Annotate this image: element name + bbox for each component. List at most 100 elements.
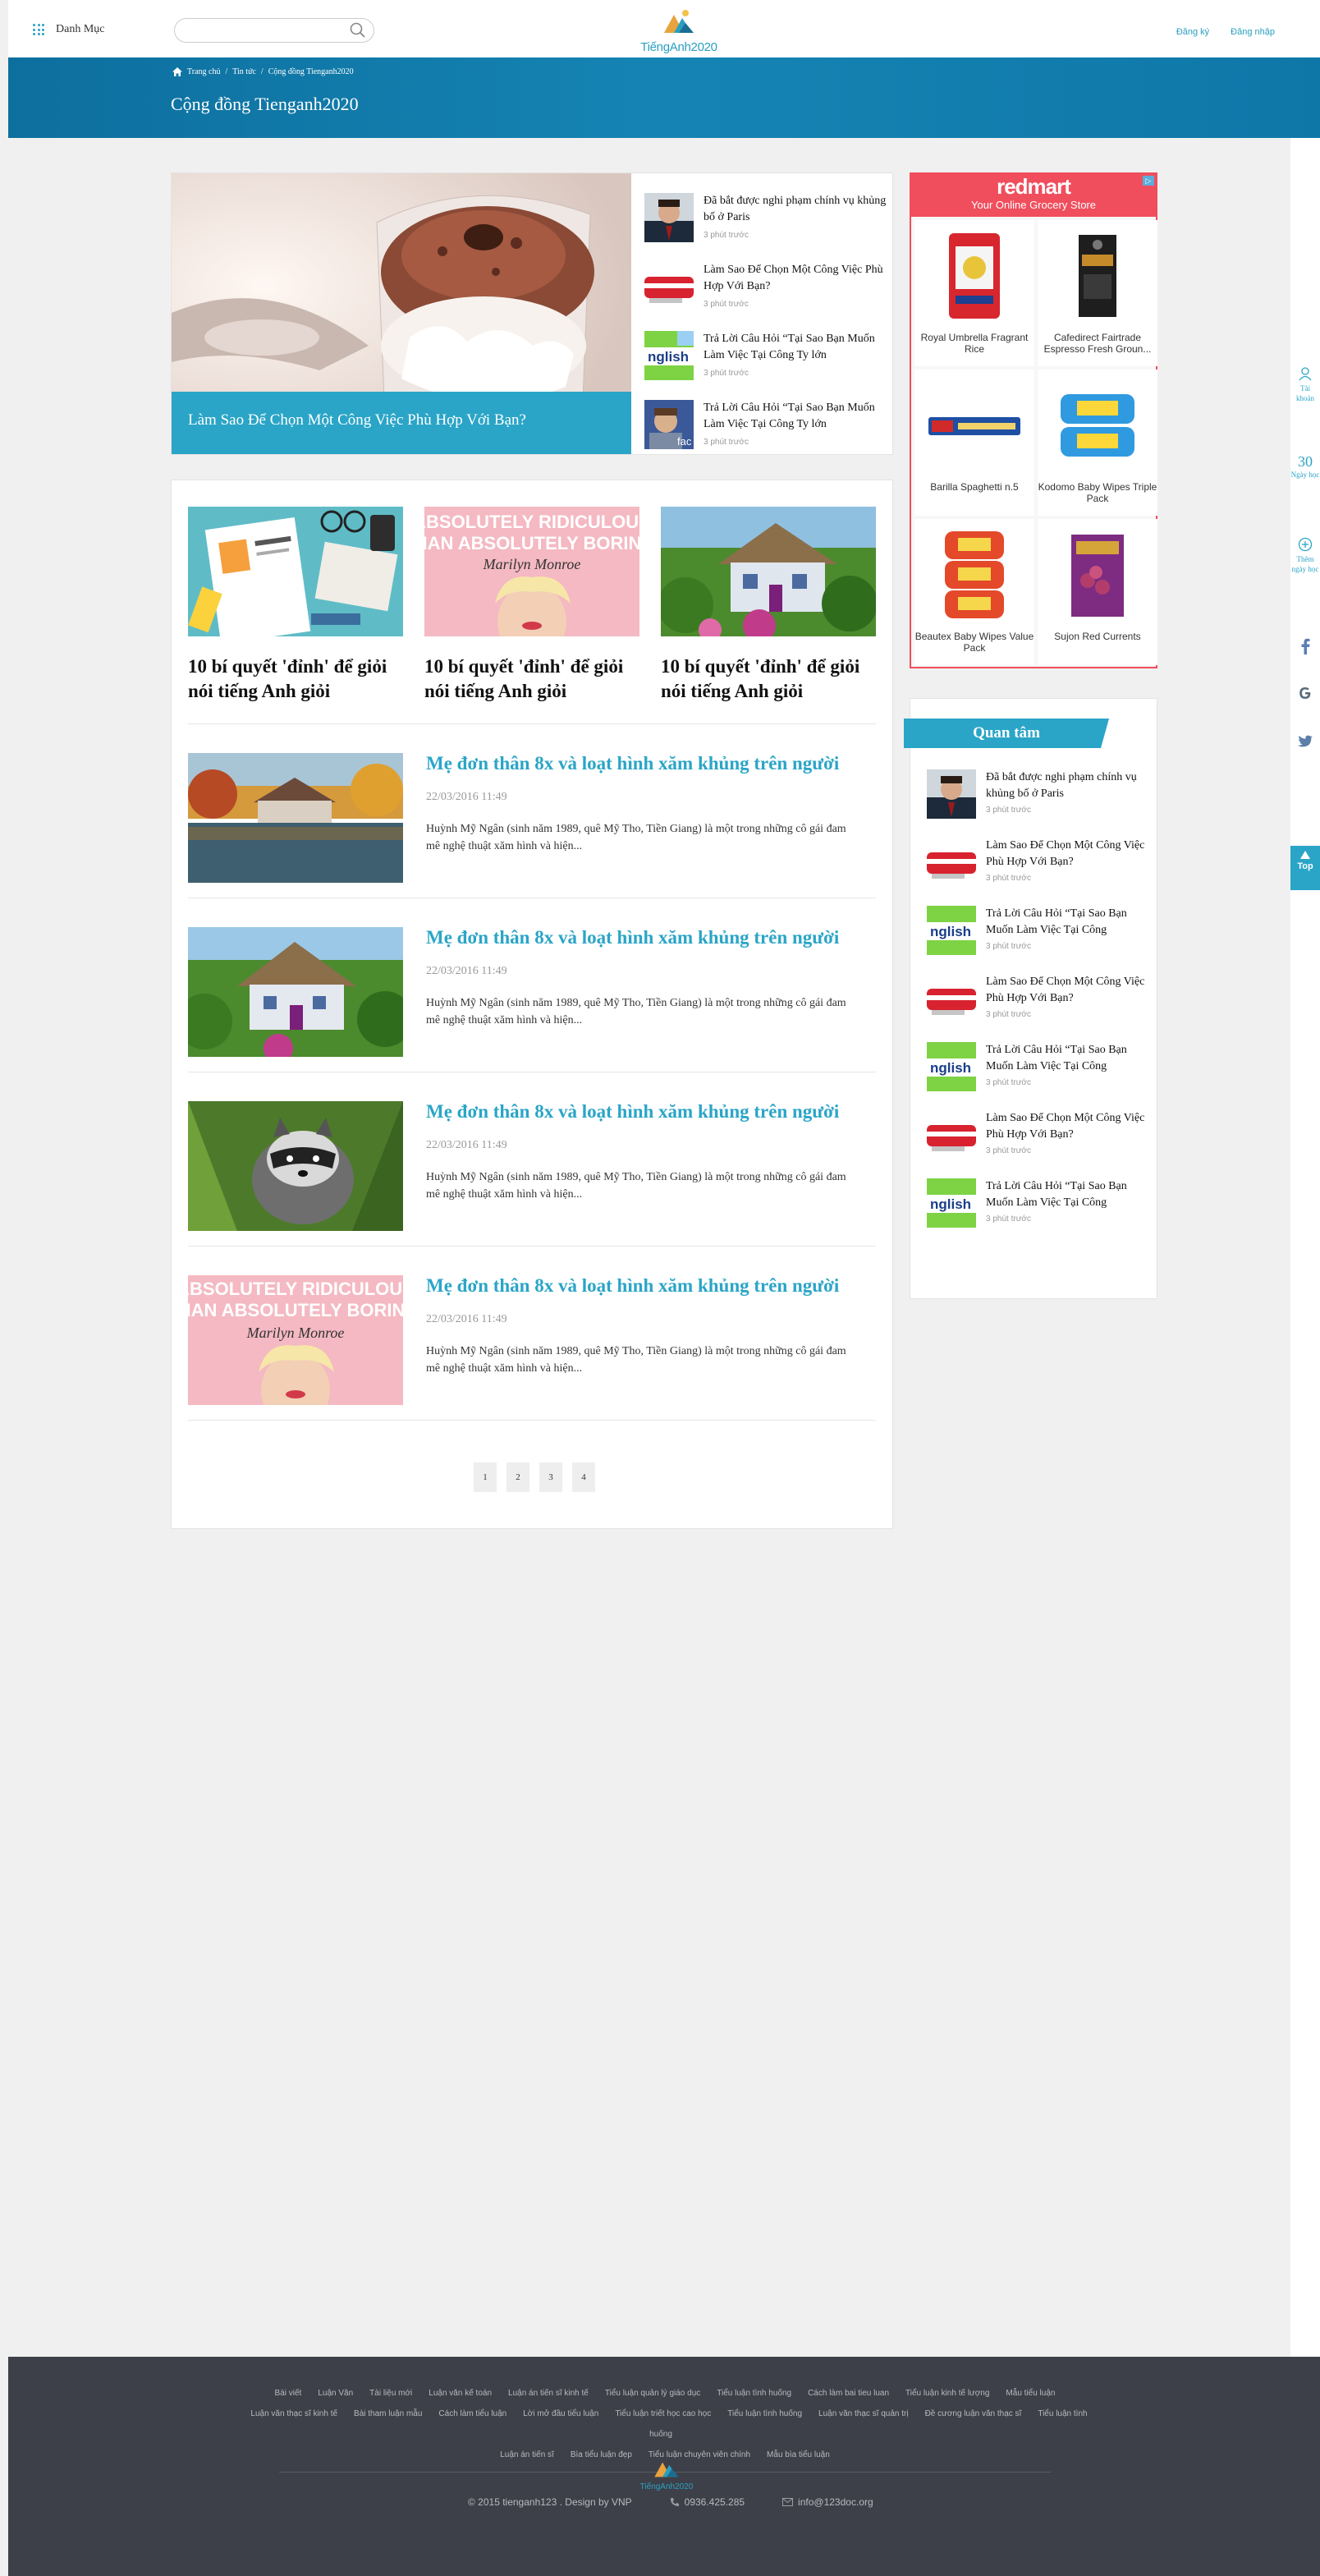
facebook-icon[interactable] bbox=[1290, 637, 1320, 658]
footer-link[interactable]: Tiểu luận triết học cao học bbox=[615, 2409, 711, 2418]
search-icon[interactable] bbox=[349, 22, 367, 39]
footer-link[interactable]: Tiểu luận tình huống bbox=[727, 2409, 802, 2418]
breadcrumb-home[interactable]: Trang chủ bbox=[187, 67, 220, 76]
footer-link[interactable]: Bìa tiểu luận đẹp bbox=[571, 2450, 632, 2459]
footer-link[interactable]: Đề cương luận văn thạc sĩ bbox=[925, 2409, 1022, 2418]
footer-link[interactable]: Mẫu bìa tiểu luận bbox=[767, 2450, 830, 2459]
footer-email[interactable]: info@123doc.org bbox=[798, 2496, 873, 2508]
account-button[interactable]: Tài khoản bbox=[1290, 366, 1320, 403]
footer-link[interactable]: Luận văn thạc sĩ quản trị bbox=[818, 2409, 909, 2418]
list-item[interactable]: nglish Trả Lời Câu Hỏi “Tại Sao Bạn Muốn… bbox=[644, 318, 887, 387]
page-button-3[interactable]: 3 bbox=[539, 1462, 562, 1492]
article-card[interactable]: ABSOLUTELY RIDICULOUSTHAN ABSOLUTELY BOR… bbox=[424, 507, 639, 704]
article-image: ABSOLUTELY RIDICULOUSTHAN ABSOLUTELY BOR… bbox=[188, 1275, 403, 1405]
list-item[interactable]: Làm Sao Để Chọn Một Công Việc Phù Hợp Vớ… bbox=[927, 974, 1148, 1042]
ad-product[interactable]: Cafedirect Fairtrade Espresso Fresh Grou… bbox=[1038, 220, 1157, 366]
user-icon bbox=[1299, 367, 1312, 381]
product-image bbox=[1038, 526, 1157, 624]
list-item[interactable]: fac Trả Lời Câu Hỏi “Tại Sao Bạn Muốn Là… bbox=[644, 387, 887, 456]
article-title[interactable]: Mẹ đơn thân 8x và loạt hình xăm khủng tr… bbox=[426, 1274, 839, 1298]
twitter-icon[interactable] bbox=[1290, 734, 1320, 751]
article-item[interactable]: Mẹ đơn thân 8x và loạt hình xăm khủng tr… bbox=[188, 753, 876, 901]
card-image-text: Marilyn Monroe bbox=[483, 556, 581, 572]
breadcrumb-current[interactable]: Cộng đồng Tienganh2020 bbox=[268, 67, 354, 76]
item-title: Làm Sao Để Chọn Một Công Việc Phù Hợp Vớ… bbox=[986, 1112, 1145, 1141]
breadcrumb-separator: / bbox=[260, 67, 264, 76]
footer-link[interactable]: Bài viết bbox=[275, 2389, 302, 2398]
ad-product[interactable]: Beautex Baby Wipes Value Pack bbox=[914, 519, 1034, 665]
article-title[interactable]: Mẹ đơn thân 8x và loạt hình xăm khủng tr… bbox=[426, 1100, 839, 1124]
top-header: Danh Mục TiếngAnh2020 Đăng ký Đăng nhập bbox=[8, 0, 1320, 57]
footer-link[interactable]: Luận Văn bbox=[318, 2389, 353, 2398]
article-item[interactable]: ABSOLUTELY RIDICULOUSTHAN ABSOLUTELY BOR… bbox=[188, 1275, 876, 1423]
footer-link[interactable]: Tiểu luận quản lý giáo dục bbox=[605, 2389, 700, 2398]
footer-link[interactable]: Luận văn kế toán bbox=[429, 2389, 492, 2398]
footer-link[interactable]: Lời mở đầu tiểu luận bbox=[523, 2409, 598, 2418]
list-item[interactable]: nglish Trả Lời Câu Hỏi “Tại Sao Bạn Muốn… bbox=[927, 1178, 1148, 1247]
register-link[interactable]: Đăng ký bbox=[1176, 27, 1209, 37]
footer-link[interactable]: Luận án tiến sĩ bbox=[500, 2450, 554, 2459]
footer-phone[interactable]: 0936.425.285 bbox=[685, 2496, 745, 2508]
footer-link[interactable]: Cách làm tiểu luận bbox=[438, 2409, 506, 2418]
item-title: Trả Lời Câu Hỏi “Tại Sao Bạn Muốn Làm Vi… bbox=[986, 1180, 1127, 1209]
category-menu[interactable]: Danh Mục bbox=[33, 23, 105, 36]
featured-caption[interactable]: Làm Sao Để Chọn Một Công Việc Phù Hợp Vớ… bbox=[172, 392, 631, 454]
product-name: Cafedirect Fairtrade Espresso Fresh Grou… bbox=[1043, 332, 1152, 355]
thumbnail bbox=[644, 193, 694, 242]
list-item[interactable]: Làm Sao Để Chọn Một Công Việc Phù Hợp Vớ… bbox=[644, 249, 887, 318]
search-input[interactable] bbox=[186, 20, 342, 41]
card-image bbox=[188, 507, 403, 636]
ad-product[interactable]: Barilla Spaghetti n.5 bbox=[914, 370, 1034, 516]
footer-link[interactable]: Bài tham luận mẫu bbox=[354, 2409, 422, 2418]
footer-link[interactable]: Tiểu luận kinh tế lượng bbox=[905, 2389, 989, 2398]
product-image bbox=[914, 227, 1034, 325]
page-button-4[interactable]: 4 bbox=[572, 1462, 595, 1492]
article-image bbox=[188, 927, 403, 1057]
thumbnail bbox=[927, 974, 976, 1023]
article-card[interactable]: 10 bí quyết 'đỉnh' để giỏi nói tiếng Anh… bbox=[188, 507, 403, 704]
home-icon[interactable] bbox=[172, 67, 182, 76]
ad-header: redmart Your Online Grocery Store bbox=[911, 174, 1156, 217]
ad-product[interactable]: Sujon Red Currents bbox=[1038, 519, 1157, 665]
footer-logo[interactable]: TiếngAnh2020 bbox=[626, 2457, 708, 2491]
thumbnail bbox=[927, 838, 976, 887]
list-item[interactable]: Đã bắt được nghi phạm chính vụ khủng bố … bbox=[644, 180, 887, 249]
back-to-top-button[interactable]: Top bbox=[1290, 846, 1320, 890]
article-title[interactable]: Mẹ đơn thân 8x và loạt hình xăm khủng tr… bbox=[426, 925, 839, 950]
add-days-button[interactable]: Thêm ngày học bbox=[1290, 537, 1320, 574]
item-time: 3 phút trước bbox=[986, 942, 1031, 951]
footer-link[interactable]: Luận án tiến sĩ kinh tế bbox=[508, 2389, 589, 2398]
list-item[interactable]: Làm Sao Để Chọn Một Công Việc Phù Hợp Vớ… bbox=[927, 838, 1148, 906]
footer-link[interactable]: Luận văn thạc sĩ kinh tế bbox=[250, 2409, 337, 2418]
featured-block: Làm Sao Để Chọn Một Công Việc Phù Hợp Vớ… bbox=[171, 172, 893, 455]
thumbnail bbox=[644, 262, 694, 311]
article-card[interactable]: 10 bí quyết 'đỉnh' để giỏi nói tiếng Anh… bbox=[661, 507, 876, 704]
footer-link[interactable]: Tài liệu mới bbox=[369, 2389, 412, 2398]
item-title: Trả Lời Câu Hỏi “Tại Sao Bạn Muốn Làm Vi… bbox=[986, 1044, 1127, 1072]
advertisement[interactable]: ▷ redmart Your Online Grocery Store Roya… bbox=[910, 172, 1157, 668]
list-item[interactable]: Đã bắt được nghi phạm chính vụ khủng bố … bbox=[927, 769, 1148, 838]
list-item[interactable]: nglish Trả Lời Câu Hỏi “Tại Sao Bạn Muốn… bbox=[927, 1042, 1148, 1110]
site-logo[interactable]: TiếngAnh2020 bbox=[626, 8, 732, 54]
page-button-1[interactable]: 1 bbox=[474, 1462, 497, 1492]
article-title[interactable]: Mẹ đơn thân 8x và loạt hình xăm khủng tr… bbox=[426, 751, 839, 776]
login-link[interactable]: Đăng nhập bbox=[1231, 27, 1275, 37]
ad-product[interactable]: Kodomo Baby Wipes Triple Pack bbox=[1038, 370, 1157, 516]
footer-link[interactable]: Mẫu tiểu luận bbox=[1006, 2389, 1055, 2398]
ad-product[interactable]: Royal Umbrella Fragrant Rice bbox=[914, 220, 1034, 366]
footer-link[interactable]: Tiểu luận tình huống bbox=[717, 2389, 791, 2398]
search-box[interactable] bbox=[174, 18, 374, 43]
mail-icon bbox=[782, 2498, 794, 2506]
breadcrumb-news[interactable]: Tin tức bbox=[232, 67, 256, 76]
article-item[interactable]: Mẹ đơn thân 8x và loạt hình xăm khủng tr… bbox=[188, 1101, 876, 1249]
article-image-text: ABSOLUTELY RIDICULOUS bbox=[188, 1279, 403, 1299]
ad-tagline: Your Online Grocery Store bbox=[971, 199, 1096, 211]
ad-choices-icon[interactable]: ▷ bbox=[1143, 176, 1154, 186]
article-item[interactable]: Mẹ đơn thân 8x và loạt hình xăm khủng tr… bbox=[188, 927, 876, 1075]
study-days[interactable]: 30 Ngày học bbox=[1290, 453, 1320, 480]
list-item[interactable]: nglish Trả Lời Câu Hỏi “Tại Sao Bạn Muốn… bbox=[927, 906, 1148, 974]
list-item[interactable]: Làm Sao Để Chọn Một Công Việc Phù Hợp Vớ… bbox=[927, 1110, 1148, 1178]
page-button-2[interactable]: 2 bbox=[506, 1462, 529, 1492]
footer-link[interactable]: Cách làm bai tieu luan bbox=[808, 2389, 889, 2398]
google-icon[interactable] bbox=[1290, 685, 1320, 704]
